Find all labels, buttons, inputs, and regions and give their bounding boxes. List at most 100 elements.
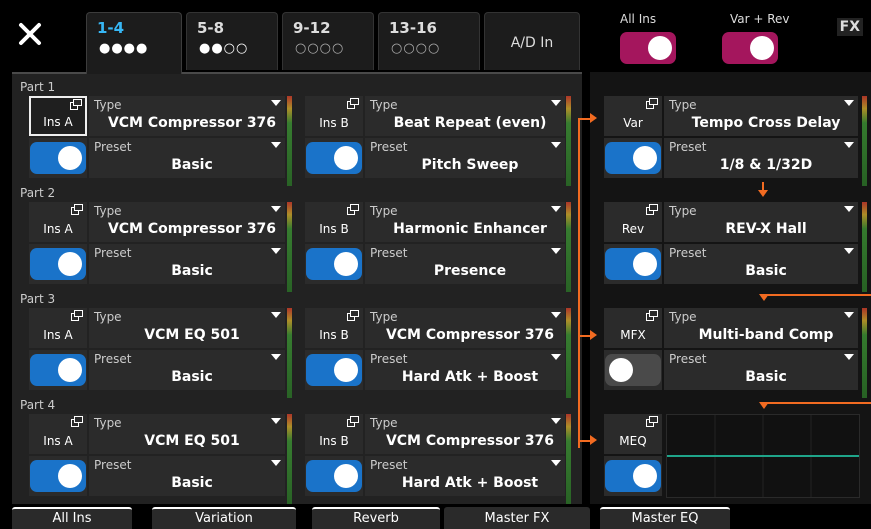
toggle-knob	[334, 146, 358, 170]
part2-ins-a-type-select[interactable]: Type VCM Compressor 376	[89, 202, 285, 242]
toggle-knob	[334, 464, 358, 488]
bottom-tab-reverb[interactable]: Reverb	[312, 507, 440, 529]
all-ins-toggle[interactable]	[620, 32, 676, 64]
part1-ins-b-preset-select[interactable]: Preset Pitch Sweep	[365, 138, 565, 178]
type-field-label: Type	[370, 204, 398, 218]
dropdown-caret-icon	[551, 460, 561, 466]
dropdown-caret-icon	[551, 142, 561, 148]
meq-graph[interactable]	[666, 414, 860, 498]
part1-ins-a-type-select[interactable]: Type VCM Compressor 376	[89, 96, 285, 136]
part1-ins-a-toggle[interactable]	[30, 142, 86, 174]
part4-ins-b-type-value: VCM Compressor 376	[385, 433, 555, 449]
part3-ins-b-edit-button[interactable]: Ins B	[305, 308, 363, 348]
part2-ins-a-toggle[interactable]	[30, 248, 86, 280]
dropdown-caret-icon	[271, 100, 281, 106]
mfx-edit-button[interactable]: MFX	[604, 308, 662, 348]
tab-parts-9-12[interactable]: 9-12 ○○○○	[282, 12, 374, 70]
edit-window-icon	[347, 416, 359, 427]
var-edit-button[interactable]: Var	[604, 96, 662, 136]
dropdown-caret-icon	[844, 312, 854, 318]
part1-ins-a-edit-button[interactable]: Ins A	[29, 96, 87, 136]
part1-ins-b-toggle[interactable]	[306, 142, 362, 174]
type-field-label: Type	[370, 310, 398, 324]
part2-ins-a-edit-button[interactable]: Ins A	[29, 202, 87, 242]
var-rev-toggle[interactable]	[722, 32, 778, 64]
level-meter	[287, 96, 292, 186]
dropdown-caret-icon	[844, 206, 854, 212]
dropdown-caret-icon	[551, 418, 561, 424]
mfx-type-select[interactable]: Type Multi-band Comp	[664, 308, 858, 348]
part2-ins-a-type-value: VCM Compressor 376	[107, 221, 277, 237]
part1-ins-a-preset-value: Basic	[171, 157, 213, 173]
bottom-tab-master-fx[interactable]: Master FX	[444, 507, 590, 529]
toggle-knob	[633, 252, 657, 276]
part1-ins-b-preset-value: Pitch Sweep	[421, 157, 519, 173]
mfx-preset-select[interactable]: Preset Basic	[664, 350, 858, 390]
rev-preset-select[interactable]: Preset Basic	[664, 244, 858, 284]
fx-badge: FX	[836, 18, 863, 36]
var-toggle[interactable]	[605, 142, 661, 174]
dropdown-caret-icon	[271, 460, 281, 466]
part4-ins-b-label: Ins B	[319, 434, 349, 448]
part3-ins-b-toggle[interactable]	[306, 354, 362, 386]
part1-ins-a-type-value: VCM Compressor 376	[107, 115, 277, 131]
var-rev-label: Var + Rev	[730, 12, 790, 26]
rev-toggle[interactable]	[605, 248, 661, 280]
part4-ins-a-toggle-cell	[29, 456, 87, 496]
part-status-dots: ●●●●	[99, 41, 149, 56]
var-preset-select[interactable]: Preset 1/8 & 1/32D	[664, 138, 858, 178]
rev-label: Rev	[621, 222, 645, 236]
part1-ins-b-type-select[interactable]: Type Beat Repeat (even)	[365, 96, 565, 136]
bottom-tab-all-ins[interactable]: All Ins	[12, 507, 132, 529]
level-meter	[287, 414, 292, 504]
part4-ins-b-type-select[interactable]: Type VCM Compressor 376	[365, 414, 565, 454]
part3-ins-a-toggle[interactable]	[30, 354, 86, 386]
part2-ins-a-preset-select[interactable]: Preset Basic	[89, 244, 285, 284]
mfx-toggle[interactable]	[605, 354, 661, 386]
part3-ins-b-type-select[interactable]: Type VCM Compressor 376	[365, 308, 565, 348]
rev-edit-button[interactable]: Rev	[604, 202, 662, 242]
var-preset-value: 1/8 & 1/32D	[719, 157, 813, 173]
part4-ins-b-preset-select[interactable]: Preset Hard Atk + Boost	[365, 456, 565, 496]
meq-edit-button[interactable]: MEQ	[604, 414, 662, 454]
part4-ins-a-edit-button[interactable]: Ins A	[29, 414, 87, 454]
tab-parts-1-4[interactable]: 1-4 ●●●●	[86, 12, 182, 74]
part2-ins-b-edit-button[interactable]: Ins B	[305, 202, 363, 242]
preset-field-label: Preset	[370, 140, 408, 154]
edit-window-icon	[70, 99, 82, 110]
meq-toggle[interactable]	[605, 460, 661, 492]
close-button[interactable]	[8, 12, 52, 56]
part4-ins-b-edit-button[interactable]: Ins B	[305, 414, 363, 454]
part3-ins-b-toggle-cell	[305, 350, 363, 390]
part1-ins-a-preset-select[interactable]: Preset Basic	[89, 138, 285, 178]
part3-ins-a-preset-select[interactable]: Preset Basic	[89, 350, 285, 390]
type-field-label: Type	[370, 416, 398, 430]
tab-ad-in[interactable]: A/D In	[484, 12, 580, 70]
part3-ins-b-preset-select[interactable]: Preset Hard Atk + Boost	[365, 350, 565, 390]
part4-ins-a-toggle[interactable]	[30, 460, 86, 492]
bottom-tab-variation[interactable]: Variation	[152, 507, 296, 529]
bottom-tab-master-eq[interactable]: Master EQ	[600, 507, 730, 529]
dropdown-caret-icon	[551, 354, 561, 360]
part4-ins-b-toggle[interactable]	[306, 460, 362, 492]
dropdown-caret-icon	[551, 312, 561, 318]
eq-curve-graph	[667, 415, 859, 497]
part4-ins-a-preset-select[interactable]: Preset Basic	[89, 456, 285, 496]
mfx-preset-value: Basic	[745, 369, 787, 385]
dropdown-caret-icon	[551, 100, 561, 106]
tab-parts-13-16[interactable]: 13-16 ○○○○	[378, 12, 480, 70]
part2-ins-b-toggle[interactable]	[306, 248, 362, 280]
part2-ins-a-preset-value: Basic	[171, 263, 213, 279]
routing-arrow-icon	[590, 435, 597, 445]
dropdown-caret-icon	[551, 248, 561, 254]
part2-ins-b-type-select[interactable]: Type Harmonic Enhancer	[365, 202, 565, 242]
part2-ins-b-preset-select[interactable]: Preset Presence	[365, 244, 565, 284]
part3-ins-a-edit-button[interactable]: Ins A	[29, 308, 87, 348]
var-type-select[interactable]: Type Tempo Cross Delay	[664, 96, 858, 136]
part3-ins-a-type-select[interactable]: Type VCM EQ 501	[89, 308, 285, 348]
tab-parts-5-8[interactable]: 5-8 ●●○○	[186, 12, 278, 70]
part3-ins-b-preset-value: Hard Atk + Boost	[401, 369, 539, 385]
part4-ins-a-type-select[interactable]: Type VCM EQ 501	[89, 414, 285, 454]
part1-ins-b-edit-button[interactable]: Ins B	[305, 96, 363, 136]
rev-type-select[interactable]: Type REV-X Hall	[664, 202, 858, 242]
